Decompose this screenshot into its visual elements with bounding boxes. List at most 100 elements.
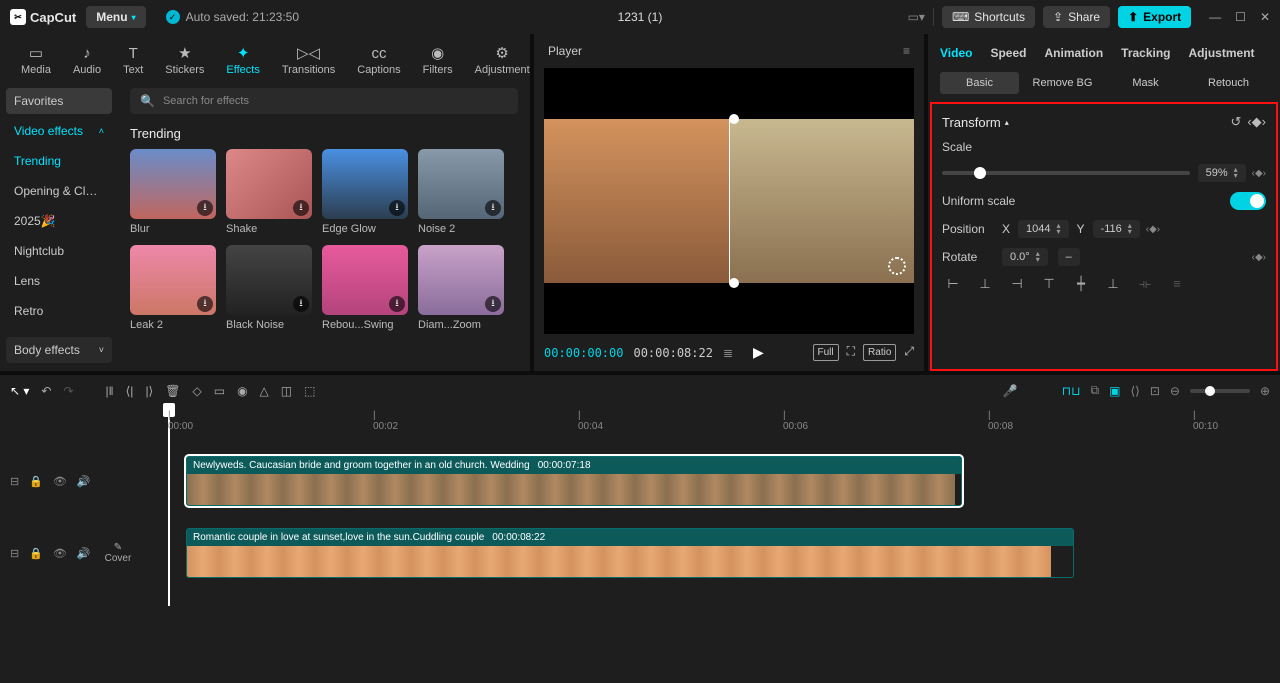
panel-tab-speed[interactable]: Speed [990, 46, 1026, 60]
track-mute-icon[interactable]: 🔊 [77, 547, 91, 560]
align-bottom-icon[interactable]: ⊥ [1102, 276, 1124, 292]
sidebar-retro[interactable]: Retro [6, 298, 112, 324]
search-input[interactable]: 🔍 Search for effects [130, 88, 518, 114]
align-right-icon[interactable]: ⊣ [1006, 276, 1028, 292]
media-tab-filters[interactable]: ◉Filters [412, 40, 464, 80]
effect-thumb[interactable]: ⭳ [418, 149, 504, 219]
keyframe-icon[interactable]: ‹◆› [1252, 252, 1266, 263]
download-icon[interactable]: ⭳ [293, 296, 309, 312]
effect-thumb[interactable]: ⭳ [130, 149, 216, 219]
close-icon[interactable]: ✕ [1260, 10, 1270, 24]
duplicate-icon[interactable]: ▭ [214, 384, 225, 398]
freeze-icon[interactable]: ◫ [281, 384, 292, 398]
track-eye-icon[interactable]: 👁 [53, 475, 67, 488]
position-y[interactable]: -116▴▾ [1093, 220, 1140, 238]
track-option-icon[interactable]: ⊡ [1150, 384, 1160, 398]
effect-thumb[interactable]: ⭳ [130, 245, 216, 315]
player-menu-icon[interactable]: ≡ [903, 44, 910, 58]
timeline-clip[interactable]: Newlyweds. Caucasian bride and groom tog… [186, 456, 962, 506]
resize-handle[interactable] [729, 278, 739, 288]
preview-viewport[interactable] [544, 68, 914, 334]
media-tab-captions[interactable]: ccCaptions [346, 40, 411, 80]
position-x[interactable]: 1044▴▾ [1018, 220, 1069, 238]
shortcuts-button[interactable]: ⌨ Shortcuts [942, 6, 1035, 28]
sidebar-opening[interactable]: Opening & Clos... [6, 178, 112, 204]
track-lock-icon[interactable]: 🔒 [29, 475, 43, 488]
subtab-mask[interactable]: Mask [1106, 72, 1185, 94]
align-vcenter-icon[interactable]: ┿ [1070, 276, 1092, 292]
subtab-retouch[interactable]: Retouch [1189, 72, 1268, 94]
uniform-toggle[interactable] [1230, 192, 1266, 210]
minimize-icon[interactable]: — [1209, 10, 1221, 24]
split-icon[interactable]: |‖ [106, 384, 114, 398]
cover-button[interactable]: ✎Cover [105, 542, 132, 564]
trim-left-icon[interactable]: ⟨| [126, 384, 134, 398]
fullscreen-icon[interactable]: ⤢ [904, 344, 914, 361]
sidebar-body-effects[interactable]: Body effects˅ [6, 337, 112, 363]
download-icon[interactable]: ⭳ [293, 200, 309, 216]
effect-thumb[interactable]: ⭳ [418, 245, 504, 315]
redo-icon[interactable]: ↷ [63, 384, 73, 398]
media-tab-effects[interactable]: ✦Effects [215, 40, 270, 80]
panel-tab-tracking[interactable]: Tracking [1121, 46, 1170, 60]
mirror-button[interactable]: – [1058, 248, 1080, 266]
keyframe-icon[interactable]: ‹◆› [1247, 114, 1266, 130]
sidebar-video-effects[interactable]: Video effects˄ [6, 118, 112, 144]
align-top-icon[interactable]: ⊤ [1038, 276, 1060, 292]
export-button[interactable]: ⬆ Export [1118, 6, 1191, 28]
download-icon[interactable]: ⭳ [197, 296, 213, 312]
magnet-icon[interactable]: ⊓⊔ [1062, 384, 1081, 398]
trim-right-icon[interactable]: |⟩ [145, 384, 153, 398]
snap-icon[interactable]: ▣ [1109, 384, 1120, 398]
media-tab-text[interactable]: TText [112, 40, 154, 80]
subtab-remove-bg[interactable]: Remove BG [1023, 72, 1102, 94]
scan-icon[interactable]: ⛶ [847, 344, 855, 361]
scale-slider[interactable] [942, 171, 1190, 175]
reverse-icon[interactable]: △ [260, 384, 269, 398]
undo-icon[interactable]: ↶ [41, 384, 51, 398]
track-collapse-icon[interactable]: ⊟ [10, 475, 19, 488]
layout-icon[interactable]: ▭▾ [908, 10, 925, 24]
effect-thumb[interactable]: ⭳ [226, 149, 312, 219]
download-icon[interactable]: ⭳ [485, 296, 501, 312]
crop-icon[interactable]: ⬚ [304, 384, 315, 398]
sidebar-2025[interactable]: 2025🎉 [6, 208, 112, 234]
sidebar-nightclub[interactable]: Nightclub [6, 238, 112, 264]
share-button[interactable]: ⇪ Share [1043, 6, 1110, 28]
list-icon[interactable]: ≣ [723, 346, 733, 360]
link-icon[interactable]: ⧉ [1091, 383, 1100, 398]
maximize-icon[interactable]: ☐ [1235, 10, 1246, 24]
timeline-clip[interactable]: Romantic couple in love at sunset,love i… [186, 528, 1074, 578]
effect-thumb[interactable]: ⭳ [322, 245, 408, 315]
media-tab-audio[interactable]: ♪Audio [62, 40, 112, 80]
preview-icon[interactable]: ⟨⟩ [1130, 384, 1139, 398]
download-icon[interactable]: ⭳ [389, 296, 405, 312]
effect-thumb[interactable]: ⭳ [226, 245, 312, 315]
resize-handle[interactable] [729, 114, 739, 124]
transform-heading[interactable]: Transform ▴ [942, 115, 1009, 130]
track-collapse-icon[interactable]: ⊟ [10, 547, 19, 560]
select-tool-icon[interactable]: ↖ ▾ [10, 384, 29, 398]
zoom-in-icon[interactable]: ⊕ [1260, 384, 1270, 398]
align-left-icon[interactable]: ⊢ [942, 276, 964, 292]
panel-tab-animation[interactable]: Animation [1044, 46, 1103, 60]
speed-icon[interactable]: ◉ [237, 384, 247, 398]
align-hcenter-icon[interactable]: ⊥ [974, 276, 996, 292]
track-mute-icon[interactable]: 🔊 [77, 475, 91, 488]
download-icon[interactable]: ⭳ [389, 200, 405, 216]
track-eye-icon[interactable]: 👁 [53, 547, 67, 560]
reset-icon[interactable]: ↺ [1230, 114, 1241, 130]
mic-icon[interactable]: 🎤 [1003, 384, 1018, 398]
sidebar-lens[interactable]: Lens [6, 268, 112, 294]
download-icon[interactable]: ⭳ [197, 200, 213, 216]
sidebar-favorites[interactable]: Favorites [6, 88, 112, 114]
keyframe-icon[interactable]: ‹◆› [1146, 224, 1160, 235]
distribute-h-icon[interactable]: ⟛ [1134, 276, 1156, 292]
media-tab-media[interactable]: ▭Media [10, 40, 62, 80]
subtab-basic[interactable]: Basic [940, 72, 1019, 94]
keyframe-icon[interactable]: ‹◆› [1252, 168, 1266, 179]
menu-button[interactable]: Menu▾ [86, 6, 145, 28]
media-tab-transitions[interactable]: ▷◁Transitions [271, 40, 346, 80]
panel-tab-video[interactable]: Video [940, 46, 972, 60]
effect-thumb[interactable]: ⭳ [322, 149, 408, 219]
